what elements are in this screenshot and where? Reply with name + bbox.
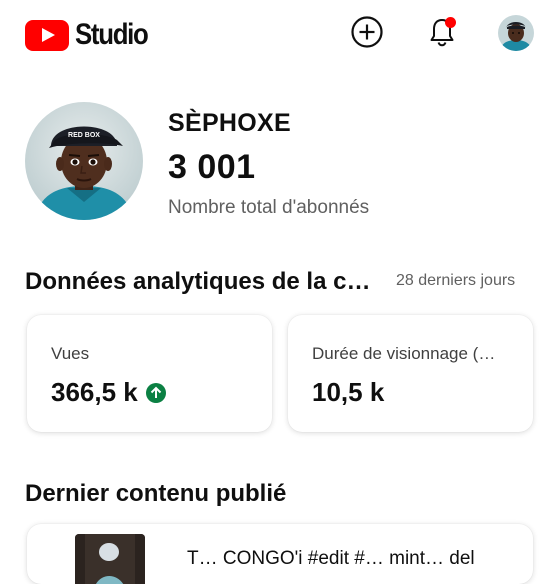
latest-video-card[interactable]: T… CONGO'i #edit #… mint… del	[27, 524, 533, 584]
subscriber-label: Nombre total d'abonnés	[168, 197, 370, 218]
create-button[interactable]	[350, 15, 384, 49]
logo-text: Studio	[75, 18, 149, 51]
watch-time-card[interactable]: Durée de visionnage (… 10,5 k	[288, 315, 533, 432]
plus-circle-icon	[351, 16, 383, 48]
avatar-illustration	[498, 15, 534, 51]
notifications-button[interactable]	[425, 15, 459, 49]
views-card[interactable]: Vues 366,5 k	[27, 315, 272, 432]
top-app-bar: Studio	[0, 0, 560, 70]
views-value: 366,5 k	[51, 377, 138, 407]
arrow-up-circle-icon	[145, 382, 166, 403]
thumbnail-image	[75, 534, 145, 584]
views-value-row: 366,5 k	[51, 377, 166, 408]
notification-badge	[445, 17, 456, 28]
channel-name: SÈPHOXE	[168, 109, 291, 137]
avatar-illustration: RED BOX	[25, 102, 143, 220]
youtube-play-icon	[25, 19, 69, 51]
video-thumbnail[interactable]	[75, 534, 145, 584]
views-label: Vues	[51, 344, 90, 363]
subscriber-count: 3 001	[168, 148, 256, 186]
cap-logo-text: RED BOX	[68, 132, 100, 139]
channel-header: RED BOX SÈPHOXE 3 001 Nombre total d'abo…	[0, 95, 560, 225]
analytics-period: 28 derniers jours	[396, 272, 516, 289]
watch-time-value: 10,5 k	[312, 377, 385, 407]
latest-content-title: Dernier contenu publié	[25, 480, 287, 507]
youtube-studio-logo[interactable]: Studio	[25, 18, 159, 52]
account-avatar[interactable]	[498, 15, 534, 51]
video-title: T… CONGO'i #edit #… mint… del	[187, 548, 475, 569]
channel-avatar[interactable]: RED BOX	[25, 102, 143, 220]
watch-time-label: Durée de visionnage (…	[312, 344, 496, 363]
watch-time-value-row: 10,5 k	[312, 377, 384, 408]
analytics-section-title[interactable]: Données analytiques de la c…	[25, 268, 395, 296]
